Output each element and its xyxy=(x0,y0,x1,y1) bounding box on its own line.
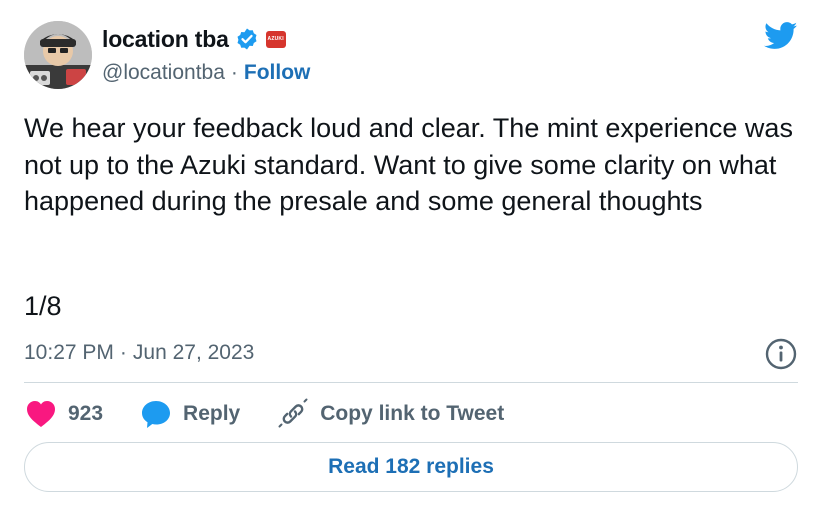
avatar[interactable] xyxy=(24,21,92,89)
timestamp-separator: · xyxy=(119,341,127,364)
display-name[interactable]: location tba xyxy=(102,26,229,53)
tweet-card: location tba AZUKI @locationtba · Follow… xyxy=(0,0,822,510)
tweet-timestamp[interactable]: 10:27 PM · Jun 27, 2023 xyxy=(24,338,254,368)
divider xyxy=(24,382,798,383)
user-handle[interactable]: @locationtba xyxy=(102,61,225,85)
affiliate-badge-icon[interactable]: AZUKI xyxy=(265,30,286,48)
thread-counter: 1/8 xyxy=(24,291,62,321)
speech-bubble-icon xyxy=(142,401,171,428)
twitter-bird-icon[interactable] xyxy=(764,22,798,50)
link-icon xyxy=(278,398,308,428)
info-icon[interactable] xyxy=(764,337,798,371)
verified-badge-icon xyxy=(237,28,257,50)
tweet-actions: 923 Reply Copy link to Tweet xyxy=(24,394,540,434)
tweet-time[interactable]: 10:27 PM xyxy=(24,341,114,365)
follow-link[interactable]: Follow xyxy=(244,61,311,85)
copy-link-label: Copy link to Tweet xyxy=(320,402,505,425)
heart-icon xyxy=(27,401,55,427)
tweet-header: location tba AZUKI @locationtba · Follow xyxy=(24,18,310,92)
like-button[interactable]: 923 xyxy=(24,398,103,430)
reply-button[interactable]: Reply xyxy=(139,398,240,430)
reply-label: Reply xyxy=(183,402,241,425)
avatar-illustration xyxy=(24,21,92,89)
user-info: location tba AZUKI @locationtba · Follow xyxy=(102,22,310,88)
read-replies-button[interactable]: Read 182 replies xyxy=(24,442,798,492)
handle-row: @locationtba · Follow xyxy=(102,58,310,88)
tweet-date[interactable]: Jun 27, 2023 xyxy=(133,341,254,365)
tweet-text: We hear your feedback loud and clear. Th… xyxy=(24,113,801,216)
name-row: location tba AZUKI xyxy=(102,22,310,56)
copy-link-button[interactable]: Copy link to Tweet xyxy=(276,397,504,431)
like-count: 923 xyxy=(68,402,104,425)
handle-separator: · xyxy=(230,61,238,84)
